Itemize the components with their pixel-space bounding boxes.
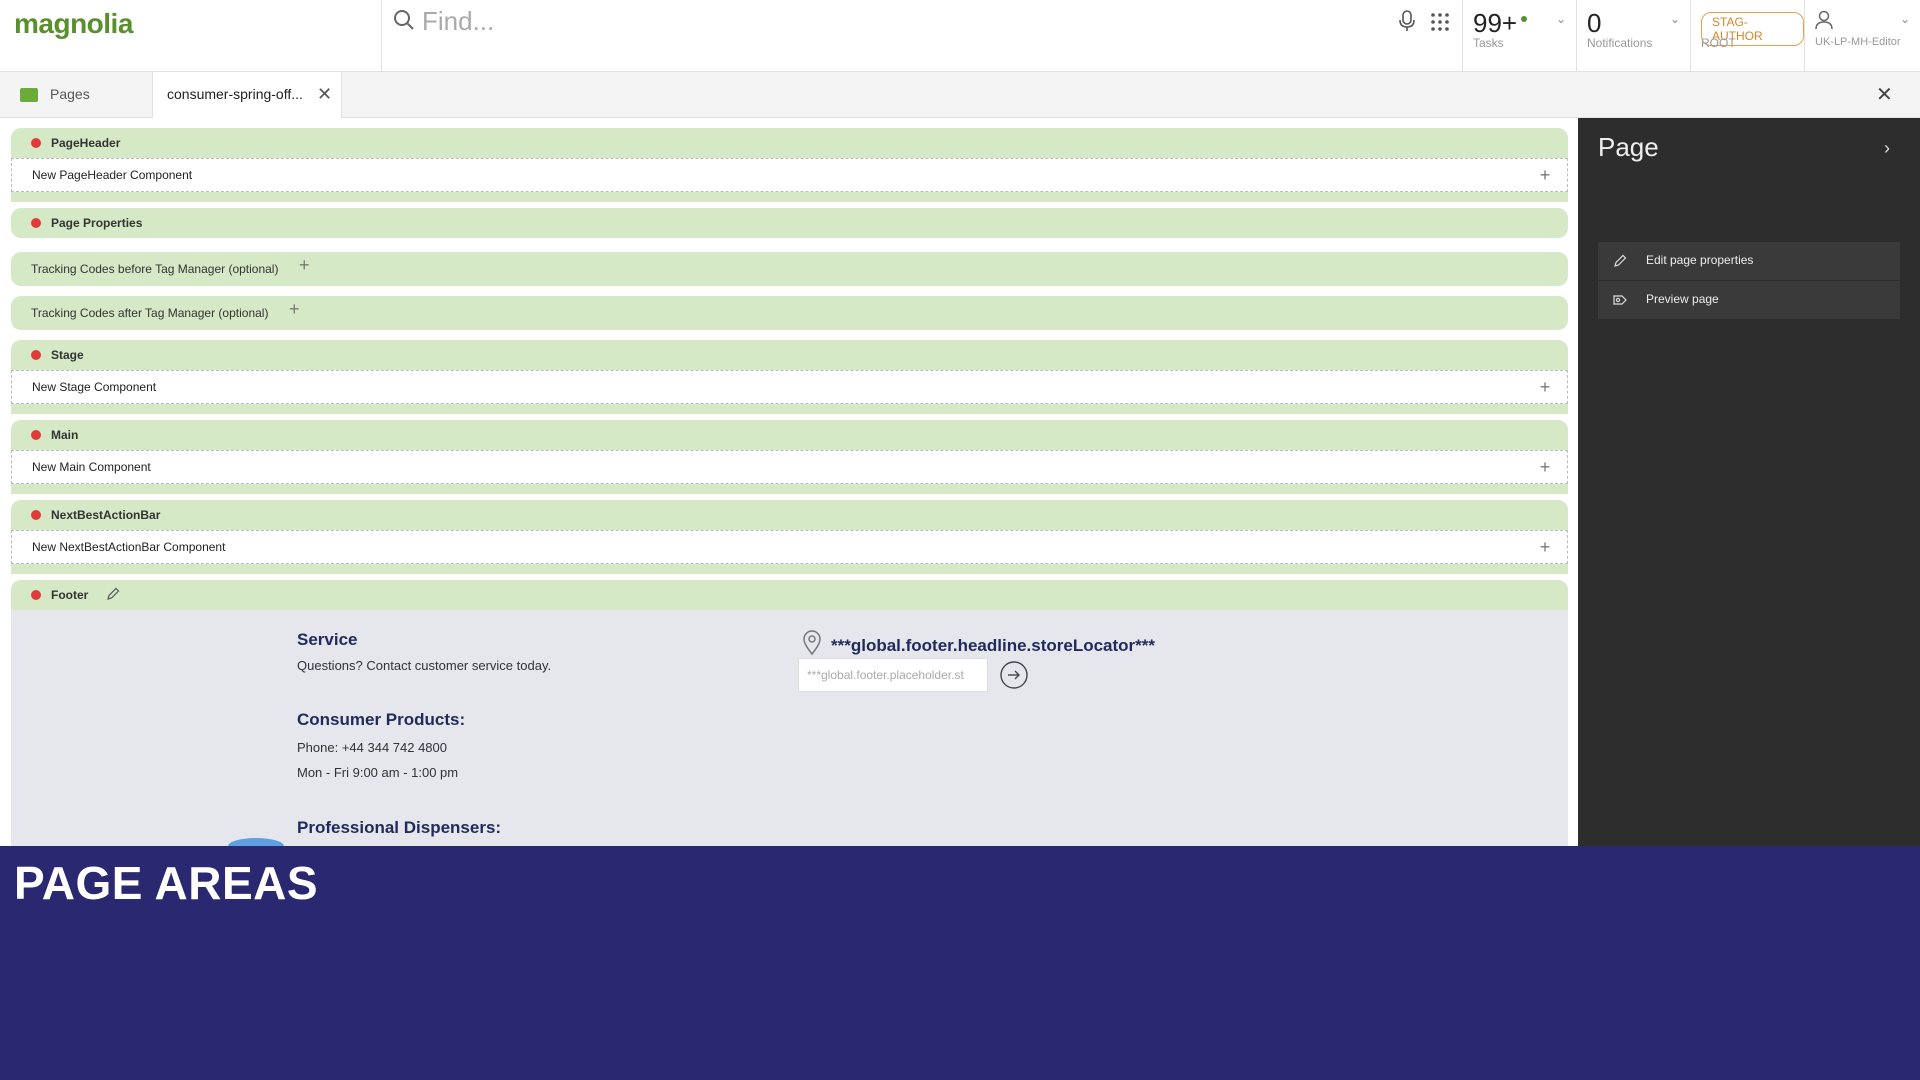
professional-heading: Professional Dispensers: xyxy=(297,818,502,837)
consumer-hours: Mon - Fri 9:00 am - 1:00 pm xyxy=(297,765,459,780)
tab-document-label: consumer-spring-off... xyxy=(167,86,303,102)
slot-label: New PageHeader Component xyxy=(32,168,193,182)
area-status-dot xyxy=(31,430,41,440)
environment-tile[interactable]: STAG-AUTHOR ROOT xyxy=(1691,0,1805,72)
preview-icon xyxy=(1613,295,1627,305)
preview-page-action[interactable]: Preview page xyxy=(1598,281,1900,319)
store-locator-heading: ***global.footer.headline.storeLocator**… xyxy=(831,636,1156,655)
pencil-icon[interactable] xyxy=(105,586,121,602)
area-bottom-bar xyxy=(11,484,1568,494)
slot-label: New Main Component xyxy=(32,460,151,474)
area-status-dot xyxy=(31,510,41,520)
slot-label: New NextBestActionBar Component xyxy=(32,540,226,554)
consumer-heading: Consumer Products: xyxy=(297,710,466,729)
notifications-tile[interactable]: 0 Notifications ⌄ xyxy=(1577,0,1691,72)
area-title: Page Properties xyxy=(51,216,143,230)
tasks-count: 99+ xyxy=(1473,8,1518,38)
service-text: Questions? Contact customer service toda… xyxy=(297,658,552,673)
location-pin-icon xyxy=(803,630,821,656)
environment-label: ROOT xyxy=(1701,36,1736,50)
chevron-down-icon: ⌄ xyxy=(1899,12,1910,26)
area-title: Tracking Codes after Tag Manager (option… xyxy=(31,306,269,320)
consumer-phone: Phone: +44 344 742 4800 xyxy=(297,740,448,755)
area-title: Tracking Codes before Tag Manager (optio… xyxy=(31,262,279,276)
page-actions-panel: Page › Edit page properties Preview page xyxy=(1578,118,1920,846)
area-title: Footer xyxy=(51,588,89,602)
area-stage[interactable]: Stage xyxy=(11,340,1568,370)
area-bottom-bar xyxy=(11,404,1568,414)
microphone-icon[interactable] xyxy=(1398,10,1416,32)
close-icon[interactable]: ✕ xyxy=(317,84,332,105)
notifications-label: Notifications xyxy=(1587,36,1653,50)
area-tracking-before[interactable]: Tracking Codes before Tag Manager (optio… xyxy=(11,252,1568,286)
notifications-count: 0 xyxy=(1587,8,1602,38)
action-label: Preview page xyxy=(1646,292,1719,306)
tab-bar: Pages consumer-spring-off... ✕ ✕ xyxy=(0,72,1920,118)
add-component-icon[interactable]: + xyxy=(1533,455,1557,479)
component-slot-main[interactable]: New Main Component + xyxy=(11,450,1568,484)
app-launcher-icon[interactable] xyxy=(1430,12,1450,32)
add-component-icon[interactable]: + xyxy=(1533,163,1557,187)
tab-document[interactable]: consumer-spring-off... ✕ xyxy=(152,72,342,118)
chevron-right-icon[interactable]: › xyxy=(1884,138,1890,159)
search-input[interactable]: Find... xyxy=(422,6,494,37)
area-bottom-bar xyxy=(11,192,1568,202)
area-pageheader[interactable]: PageHeader xyxy=(11,128,1568,158)
action-label: Edit page properties xyxy=(1646,253,1754,267)
tasks-tile[interactable]: 99+ Tasks ⌄ xyxy=(1463,0,1577,72)
page-editor-canvas: PageHeader New PageHeader Component + Pa… xyxy=(0,118,1578,846)
footer-preview: Service Questions? Contact customer serv… xyxy=(11,610,1568,846)
area-main[interactable]: Main xyxy=(11,420,1568,450)
chevron-down-icon: ⌄ xyxy=(1555,12,1566,26)
area-page-properties[interactable]: Page Properties xyxy=(11,208,1568,238)
area-title: Stage xyxy=(51,348,84,362)
add-component-icon[interactable]: + xyxy=(1533,375,1557,399)
service-heading: Service xyxy=(297,630,358,649)
user-tile[interactable]: UK-LP-MH-Editor ⌄ xyxy=(1805,0,1920,72)
component-slot-stage[interactable]: New Stage Component + xyxy=(11,370,1568,404)
area-bottom-bar xyxy=(11,564,1568,574)
area-footer[interactable]: Footer xyxy=(11,580,1568,610)
top-bar: magnolia Find... 99+ Tasks ⌄ 0 Notificat… xyxy=(0,0,1920,72)
store-locator-input[interactable]: ***global.footer.placeholder.st xyxy=(798,658,988,692)
area-status-dot xyxy=(31,138,41,148)
tasks-label: Tasks xyxy=(1473,36,1504,50)
pencil-icon xyxy=(1614,254,1627,267)
arrow-right-icon[interactable] xyxy=(999,660,1029,690)
add-component-icon[interactable]: + xyxy=(299,255,310,276)
add-component-icon[interactable]: + xyxy=(289,299,300,320)
area-status-dot xyxy=(31,350,41,360)
area-nextbestactionbar[interactable]: NextBestActionBar xyxy=(11,500,1568,530)
banner-title: PAGE AREAS xyxy=(14,857,319,909)
user-icon xyxy=(1815,10,1833,30)
add-component-icon[interactable]: + xyxy=(1533,535,1557,559)
user-label: UK-LP-MH-Editor xyxy=(1815,36,1901,48)
app-logo[interactable]: magnolia xyxy=(0,0,382,72)
panel-title: Page xyxy=(1598,132,1659,162)
edit-page-properties-action[interactable]: Edit page properties xyxy=(1598,242,1900,280)
pages-app-icon xyxy=(20,88,38,102)
search-bar[interactable]: Find... xyxy=(382,0,1463,72)
title-banner: PAGE AREAS xyxy=(0,846,1920,1080)
area-status-dot xyxy=(31,590,41,600)
area-title: NextBestActionBar xyxy=(51,508,161,522)
tab-pages[interactable]: Pages xyxy=(0,72,152,118)
search-icon xyxy=(394,10,414,30)
area-tracking-after[interactable]: Tracking Codes after Tag Manager (option… xyxy=(11,296,1568,330)
slot-label: New Stage Component xyxy=(32,380,157,394)
close-app-icon[interactable]: ✕ xyxy=(1876,82,1893,107)
chevron-down-icon: ⌄ xyxy=(1669,12,1680,26)
area-status-dot xyxy=(31,218,41,228)
logo-text: magnolia xyxy=(14,8,133,39)
component-slot-nextbestactionbar[interactable]: New NextBestActionBar Component + xyxy=(11,530,1568,564)
component-slot-pageheader[interactable]: New PageHeader Component + xyxy=(11,158,1568,192)
area-title: Main xyxy=(51,428,79,442)
tasks-indicator xyxy=(1521,16,1527,22)
tab-pages-label: Pages xyxy=(50,86,90,102)
area-title: PageHeader xyxy=(51,136,121,150)
